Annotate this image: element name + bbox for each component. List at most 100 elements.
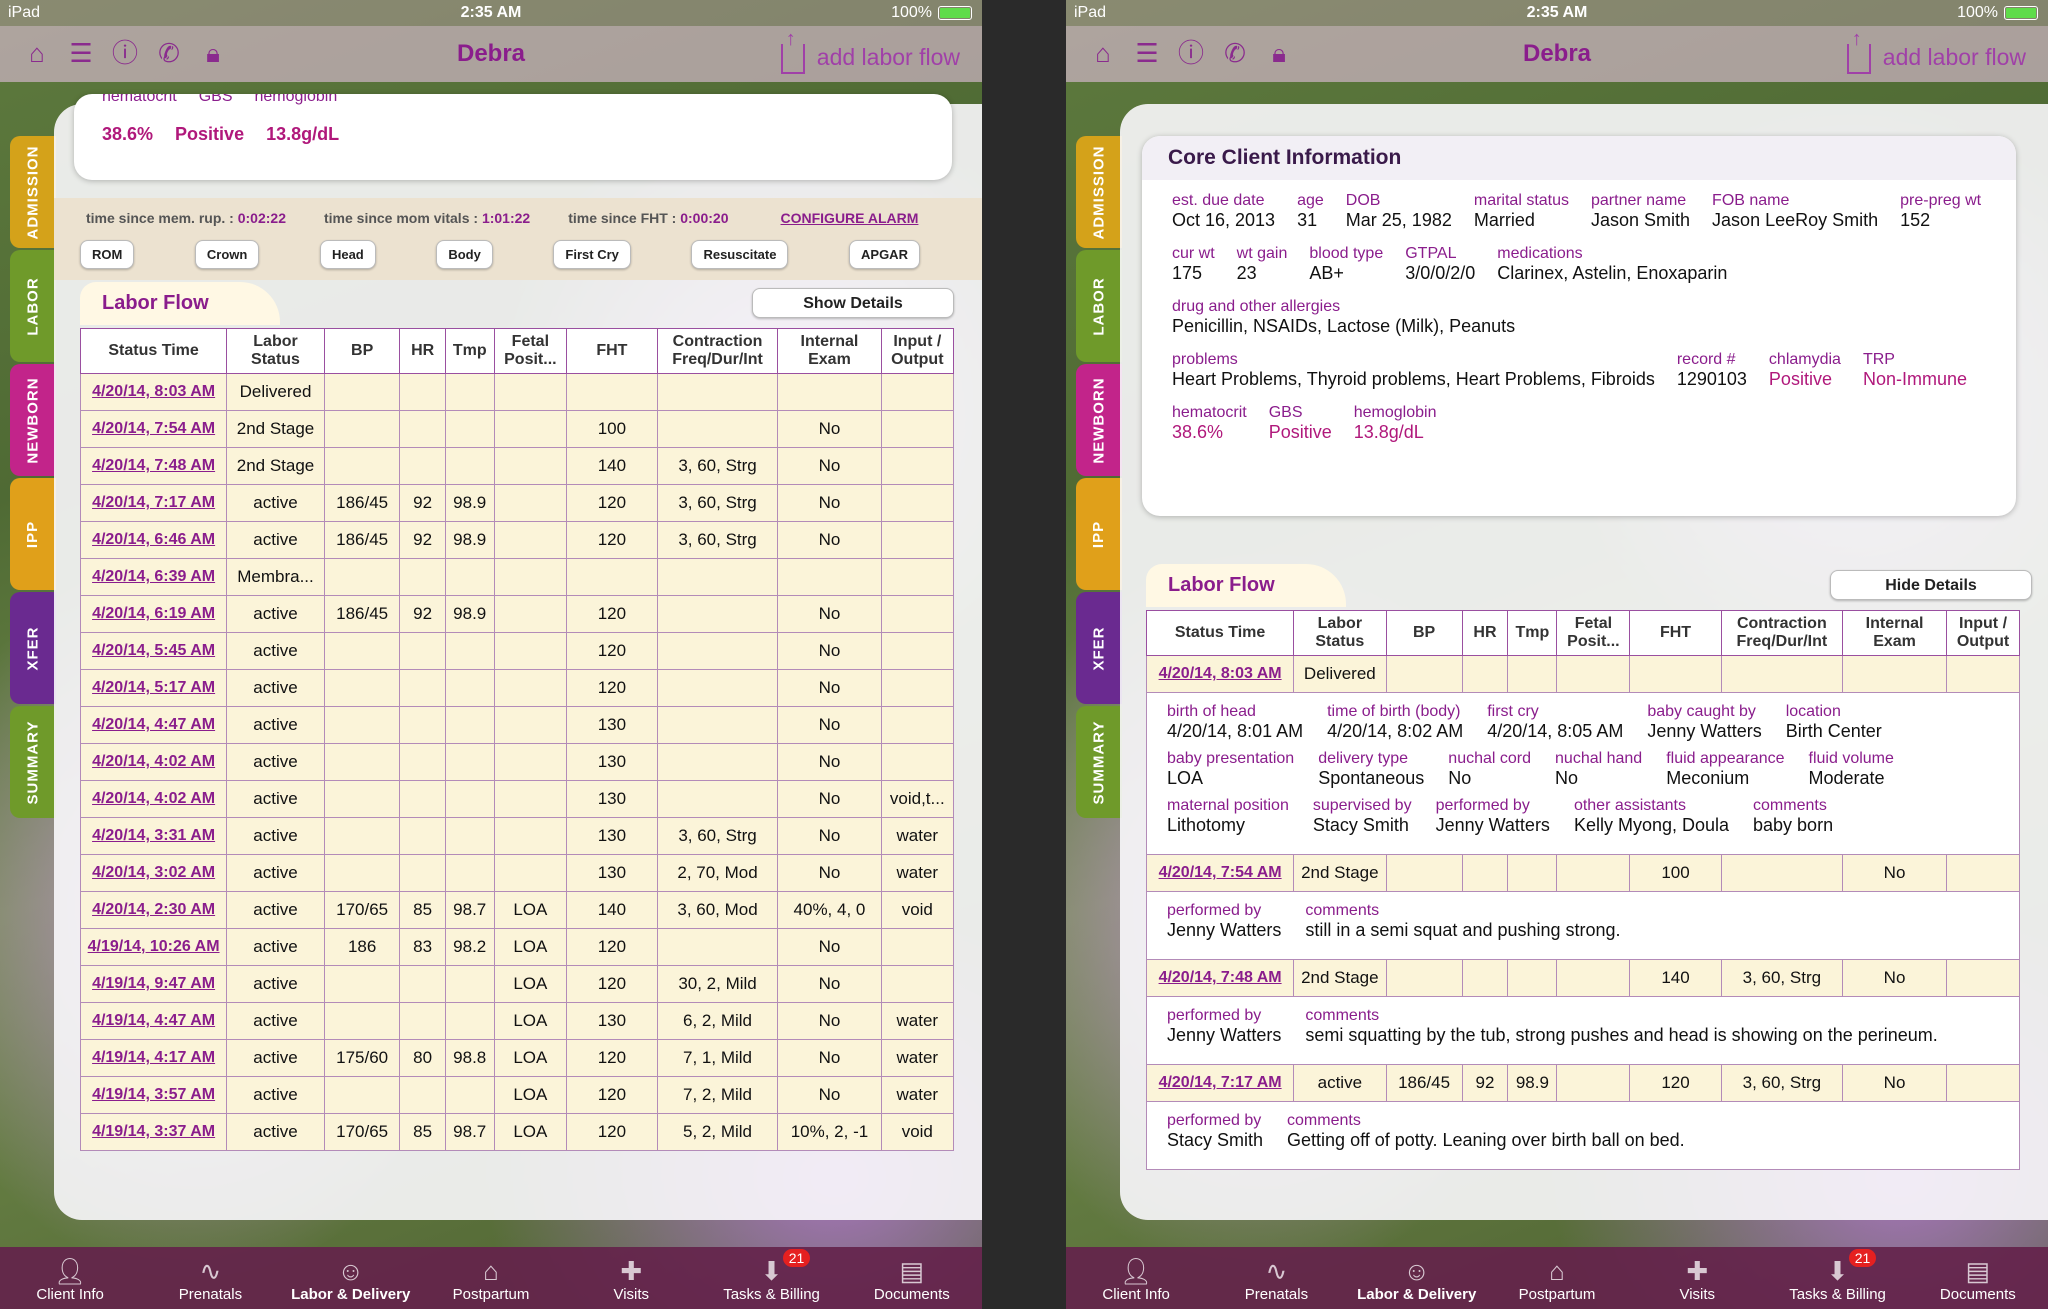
tab-prenatals[interactable]: ∿ Prenatals xyxy=(140,1247,280,1309)
table-row[interactable]: 4/20/14, 4:02 AM active 130 No xyxy=(79,743,955,781)
tab-visits[interactable]: ✚ Visits xyxy=(561,1247,701,1309)
side-tab-ipp[interactable]: IPP xyxy=(1076,478,1122,590)
column-header[interactable]: BP xyxy=(323,328,401,374)
column-header[interactable]: Labor Status xyxy=(226,328,325,374)
column-header[interactable]: BP xyxy=(1385,610,1463,656)
add-labor-flow-button[interactable]: add labor flow xyxy=(780,28,960,74)
tab-documents[interactable]: ▤ Documents xyxy=(842,1247,982,1309)
column-header[interactable]: Status Time xyxy=(1145,610,1295,656)
column-header[interactable]: Status Time xyxy=(79,328,228,374)
column-header[interactable]: Tmp xyxy=(1507,610,1558,656)
table-row[interactable]: 4/20/14, 7:54 AM 2nd Stage 100 No xyxy=(1145,854,2020,892)
table-row[interactable]: 4/20/14, 7:48 AM 2nd Stage 140 3, 60, Strg N… xyxy=(1145,959,2020,997)
side-tab-summary[interactable]: SUMMARY xyxy=(10,706,56,818)
table-row[interactable]: 4/20/14, 5:17 AM active 120 No xyxy=(79,669,955,707)
status-time-link[interactable]: 4/19/14, 9:47 AM xyxy=(79,965,228,1003)
table-row[interactable]: 4/20/14, 6:46 AM active 186/45 92 98.9 120 3, … xyxy=(79,521,955,559)
status-time-link[interactable]: 4/20/14, 5:45 AM xyxy=(79,632,228,670)
status-time-link[interactable]: 4/20/14, 4:02 AM xyxy=(79,743,228,781)
side-tab-newborn[interactable]: NEWBORN xyxy=(10,364,56,476)
tab-prenatals[interactable]: ∿ Prenatals xyxy=(1206,1247,1346,1309)
table-row[interactable]: 4/20/14, 2:30 AM active 170/65 85 98.7 LOA 140… xyxy=(79,891,955,929)
tab-client-info[interactable]: 👤︎ Client Info xyxy=(0,1247,140,1309)
side-tab-labor[interactable]: LABOR xyxy=(1076,250,1122,362)
column-header[interactable]: FHT xyxy=(566,328,658,374)
status-time-link[interactable]: 4/19/14, 4:47 AM xyxy=(79,1002,228,1040)
table-row[interactable]: 4/20/14, 4:47 AM active 130 No xyxy=(79,706,955,744)
table-row[interactable]: 4/20/14, 6:39 AM Membra... xyxy=(79,558,955,596)
column-header[interactable]: Input / Output xyxy=(1946,610,2020,656)
table-row[interactable]: 4/20/14, 6:19 AM active 186/45 92 98.9 120 No xyxy=(79,595,955,633)
configure-alarm-link[interactable]: CONFIGURE ALARM xyxy=(781,210,919,226)
status-time-link[interactable]: 4/20/14, 4:02 AM xyxy=(79,780,228,818)
tab-labor-delivery[interactable]: ☺ Labor & Delivery xyxy=(281,1247,421,1309)
show-details-button[interactable]: Show Details xyxy=(752,288,954,318)
column-header[interactable]: FHT xyxy=(1629,610,1722,656)
side-tab-newborn[interactable]: NEWBORN xyxy=(1076,364,1122,476)
tab-labor-delivery[interactable]: ☺ Labor & Delivery xyxy=(1347,1247,1487,1309)
status-time-link[interactable]: 4/20/14, 6:39 AM xyxy=(79,558,228,596)
column-header[interactable]: Internal Exam xyxy=(777,328,882,374)
column-header[interactable]: HR xyxy=(399,328,446,374)
table-row[interactable]: 4/19/14, 9:47 AM active LOA 120 30, 2, Mild N… xyxy=(79,965,955,1003)
column-header[interactable]: Contraction Freq/Dur/Int xyxy=(1720,610,1844,656)
status-time-link[interactable]: 4/20/14, 7:17 AM xyxy=(79,484,228,522)
status-time-link[interactable]: 4/20/14, 2:30 AM xyxy=(79,891,228,929)
status-time-link[interactable]: 4/20/14, 5:17 AM xyxy=(79,669,228,707)
status-time-link[interactable]: 4/20/14, 3:31 AM xyxy=(79,817,228,855)
status-time-link[interactable]: 4/20/14, 7:48 AM xyxy=(79,447,228,485)
table-row[interactable]: 4/19/14, 3:37 AM active 170/65 85 98.7 LOA 120… xyxy=(79,1113,955,1151)
column-header[interactable]: Fetal Posit... xyxy=(493,328,568,374)
add-labor-flow-button[interactable]: add labor flow xyxy=(1846,28,2026,74)
tab-postpartum[interactable]: ⌂ Postpartum xyxy=(1487,1247,1627,1309)
tab-tasks-billing[interactable]: ⬇ Tasks & Billing 21 xyxy=(1767,1247,1907,1309)
status-time-link[interactable]: 4/20/14, 4:47 AM xyxy=(79,706,228,744)
table-row[interactable]: 4/19/14, 4:47 AM active LOA 130 6, 2, Mild No… xyxy=(79,1002,955,1040)
table-row[interactable]: 4/20/14, 3:31 AM active 130 3, 60, Strg No wa… xyxy=(79,817,955,855)
status-time-link[interactable]: 4/20/14, 6:19 AM xyxy=(79,595,228,633)
table-row[interactable]: 4/20/14, 7:17 AM active 186/45 92 98.9 120 3, … xyxy=(1145,1064,2020,1102)
side-tab-xfer[interactable]: XFER xyxy=(10,592,56,704)
status-time-link[interactable]: 4/20/14, 8:03 AM xyxy=(79,373,228,411)
status-time-link[interactable]: 4/19/14, 4:17 AM xyxy=(79,1039,228,1077)
body-button[interactable]: Body xyxy=(436,240,493,269)
status-time-link[interactable]: 4/19/14, 3:37 AM xyxy=(79,1113,228,1151)
status-time-link[interactable]: 4/20/14, 7:54 AM xyxy=(79,410,228,448)
crown-button[interactable]: Crown xyxy=(194,240,260,269)
column-header[interactable]: Fetal Posit... xyxy=(1556,610,1631,656)
status-time-link[interactable]: 4/20/14, 6:46 AM xyxy=(79,521,228,559)
status-time-link[interactable]: 4/20/14, 7:48 AM xyxy=(1145,959,1295,997)
tab-client-info[interactable]: 👤︎ Client Info xyxy=(1066,1247,1206,1309)
column-header[interactable]: Internal Exam xyxy=(1842,610,1948,656)
side-tab-admission[interactable]: ADMISSION xyxy=(1076,136,1122,248)
status-time-link[interactable]: 4/20/14, 3:02 AM xyxy=(79,854,228,892)
side-tab-admission[interactable]: ADMISSION xyxy=(10,136,56,248)
rom-button[interactable]: ROM xyxy=(80,240,135,269)
status-time-link[interactable]: 4/19/14, 3:57 AM xyxy=(79,1076,228,1114)
table-row[interactable]: 4/20/14, 7:48 AM 2nd Stage 140 3, 60, Strg N… xyxy=(79,447,955,485)
status-time-link[interactable]: 4/20/14, 7:54 AM xyxy=(1145,854,1295,892)
table-row[interactable]: 4/20/14, 7:17 AM active 186/45 92 98.9 120 3, … xyxy=(79,484,955,522)
status-time-link[interactable]: 4/20/14, 7:17 AM xyxy=(1145,1064,1295,1102)
table-row[interactable]: 4/20/14, 8:03 AM Delivered xyxy=(79,373,955,411)
tab-postpartum[interactable]: ⌂ Postpartum xyxy=(421,1247,561,1309)
table-row[interactable]: 4/20/14, 3:02 AM active 130 2, 70, Mod No wat… xyxy=(79,854,955,892)
column-header[interactable]: HR xyxy=(1461,610,1509,656)
tab-visits[interactable]: ✚ Visits xyxy=(1627,1247,1767,1309)
tab-documents[interactable]: ▤ Documents xyxy=(1908,1247,2048,1309)
side-tab-ipp[interactable]: IPP xyxy=(10,478,56,590)
resuscitate-button[interactable]: Resuscitate xyxy=(691,240,789,269)
table-row[interactable]: 4/19/14, 10:26 AM active 186 83 98.2 LOA 120 No xyxy=(79,928,955,966)
table-row[interactable]: 4/20/14, 4:02 AM active 130 No void,t... xyxy=(79,780,955,818)
column-header[interactable]: Input / Output xyxy=(880,328,955,374)
hide-details-button[interactable]: Hide Details xyxy=(1830,570,2032,600)
first-cry-button[interactable]: First Cry xyxy=(553,240,631,269)
column-header[interactable]: Contraction Freq/Dur/Int xyxy=(656,328,779,374)
side-tab-labor[interactable]: LABOR xyxy=(10,250,56,362)
status-time-link[interactable]: 4/20/14, 8:03 AM xyxy=(1145,655,1295,693)
status-time-link[interactable]: 4/19/14, 10:26 AM xyxy=(79,928,228,966)
tab-tasks-billing[interactable]: ⬇ Tasks & Billing 21 xyxy=(701,1247,841,1309)
table-row[interactable]: 4/19/14, 4:17 AM active 175/60 80 98.8 LOA 120… xyxy=(79,1039,955,1077)
table-row[interactable]: 4/20/14, 5:45 AM active 120 No xyxy=(79,632,955,670)
side-tab-xfer[interactable]: XFER xyxy=(1076,592,1122,704)
